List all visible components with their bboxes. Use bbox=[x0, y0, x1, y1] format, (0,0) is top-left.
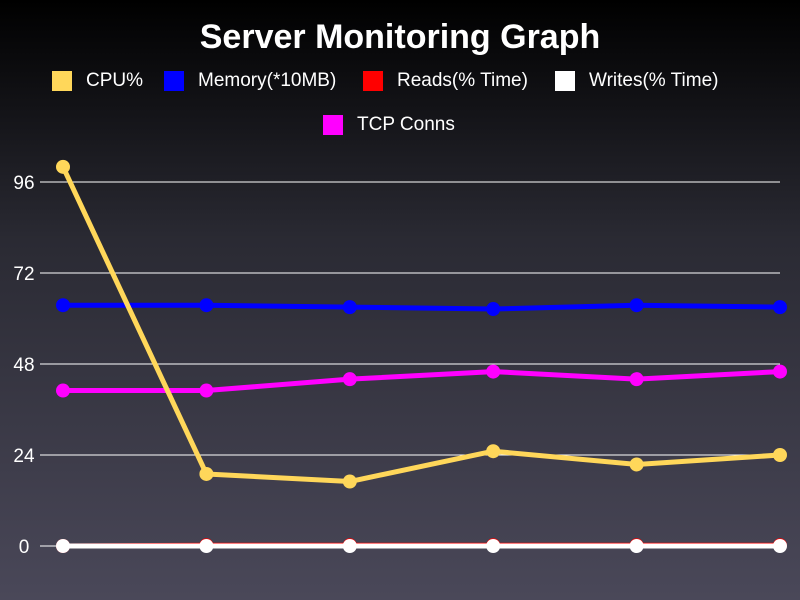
data-point bbox=[56, 159, 70, 174]
data-point bbox=[199, 539, 214, 553]
data-point bbox=[629, 539, 644, 553]
data-point bbox=[56, 383, 70, 398]
plot-area: 0 24 48 72 96 bbox=[13, 159, 787, 558]
data-point bbox=[629, 457, 644, 472]
data-point bbox=[773, 364, 787, 379]
y-tick-label: 24 bbox=[13, 446, 35, 467]
data-point bbox=[773, 539, 787, 553]
data-point bbox=[629, 372, 644, 387]
y-tick-label: 72 bbox=[13, 264, 34, 285]
data-point bbox=[486, 302, 501, 317]
data-point bbox=[486, 364, 501, 379]
y-tick-label: 96 bbox=[13, 173, 34, 194]
data-point bbox=[342, 474, 357, 489]
series-line-0 bbox=[60, 165, 781, 485]
y-tick-label: 0 bbox=[19, 537, 30, 558]
data-point bbox=[486, 444, 501, 459]
data-point bbox=[199, 383, 214, 398]
data-point bbox=[342, 300, 357, 315]
data-point bbox=[56, 539, 70, 553]
data-point bbox=[629, 298, 644, 313]
series-line-1 bbox=[63, 302, 781, 312]
data-point bbox=[199, 298, 214, 313]
data-point bbox=[486, 539, 501, 553]
data-point bbox=[342, 372, 357, 387]
data-point bbox=[773, 448, 787, 462]
data-point bbox=[199, 466, 214, 481]
data-point bbox=[773, 300, 787, 315]
data-point bbox=[342, 539, 357, 553]
y-tick-label: 48 bbox=[13, 355, 34, 376]
series-line-4 bbox=[63, 369, 781, 394]
data-point bbox=[56, 298, 70, 313]
